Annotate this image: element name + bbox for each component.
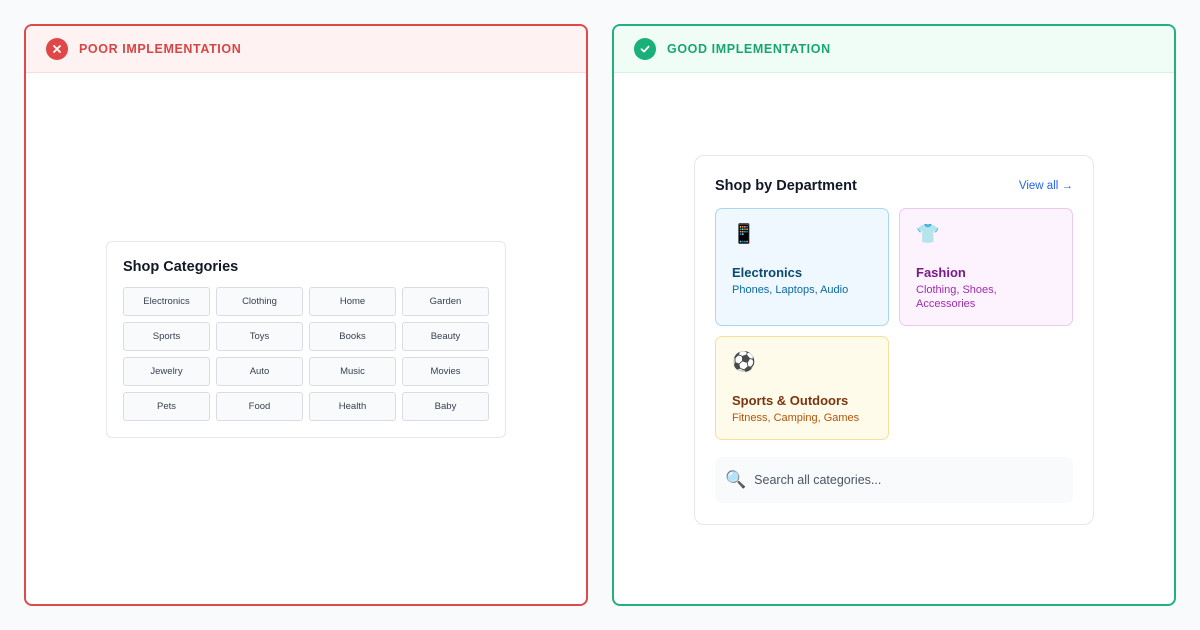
department-tile-electronics[interactable]: 📱 Electronics Phones, Laptops, Audio xyxy=(715,208,889,326)
category-chip[interactable]: Home xyxy=(309,287,396,316)
department-name: Electronics xyxy=(732,265,803,280)
good-panel-title: GOOD IMPLEMENTATION xyxy=(667,42,831,56)
close-icon xyxy=(46,38,68,60)
category-chip[interactable]: Books xyxy=(309,322,396,351)
department-card-header: Shop by Department View all → xyxy=(715,178,1073,194)
department-tile-fashion[interactable]: 👕 Fashion Clothing, Shoes, Accessories xyxy=(899,208,1073,326)
category-chip-grid: Electronics Clothing Home Garden Sports … xyxy=(123,287,489,421)
poor-implementation-panel: POOR IMPLEMENTATION Shop Categories Elec… xyxy=(24,24,588,606)
good-implementation-panel: GOOD IMPLEMENTATION Shop by Department V… xyxy=(612,24,1176,606)
category-chip[interactable]: Jewelry xyxy=(123,357,210,386)
category-chip[interactable]: Pets xyxy=(123,392,210,421)
shop-by-department-title: Shop by Department xyxy=(715,178,857,194)
department-subcategories: Phones, Laptops, Audio xyxy=(732,284,849,296)
category-chip[interactable]: Health xyxy=(309,392,396,421)
category-chip[interactable]: Food xyxy=(216,392,303,421)
soccer-ball-icon: ⚽ xyxy=(732,352,756,373)
department-subcategories: Fitness, Camping, Games xyxy=(732,412,860,424)
shop-categories-card: Shop Categories Electronics Clothing Hom… xyxy=(106,241,506,438)
category-chip[interactable]: Beauty xyxy=(402,322,489,351)
category-chip[interactable]: Baby xyxy=(402,392,489,421)
view-all-link[interactable]: View all → xyxy=(1019,180,1073,192)
category-chip[interactable]: Electronics xyxy=(123,287,210,316)
category-chip[interactable]: Garden xyxy=(402,287,489,316)
department-tile-sports[interactable]: ⚽ Sports & Outdoors Fitness, Camping, Ga… xyxy=(715,336,889,440)
poor-panel-title: POOR IMPLEMENTATION xyxy=(79,42,242,56)
category-chip[interactable]: Sports xyxy=(123,322,210,351)
category-chip[interactable]: Music xyxy=(309,357,396,386)
phone-icon: 📱 xyxy=(732,224,756,245)
poor-panel-header: POOR IMPLEMENTATION xyxy=(26,26,586,73)
department-subcategories: Clothing, Shoes, Accessories xyxy=(916,284,997,311)
shop-categories-title: Shop Categories xyxy=(123,259,239,275)
category-chip[interactable]: Auto xyxy=(216,357,303,386)
check-icon xyxy=(634,38,656,60)
search-input[interactable] xyxy=(754,473,1055,487)
shirt-icon: 👕 xyxy=(916,224,940,245)
department-name: Fashion xyxy=(916,265,966,280)
category-chip[interactable]: Movies xyxy=(402,357,489,386)
good-panel-header: GOOD IMPLEMENTATION xyxy=(614,26,1174,73)
department-name: Sports & Outdoors xyxy=(732,393,849,408)
category-search-box: 🔍 xyxy=(715,457,1073,503)
category-chip[interactable]: Toys xyxy=(216,322,303,351)
department-grid: 📱 Electronics Phones, Laptops, Audio 👕 F… xyxy=(715,208,1073,440)
shop-by-department-card: Shop by Department View all → 📱 Electron… xyxy=(694,155,1094,525)
search-icon: 🔍 xyxy=(725,470,747,489)
category-chip[interactable]: Clothing xyxy=(216,287,303,316)
